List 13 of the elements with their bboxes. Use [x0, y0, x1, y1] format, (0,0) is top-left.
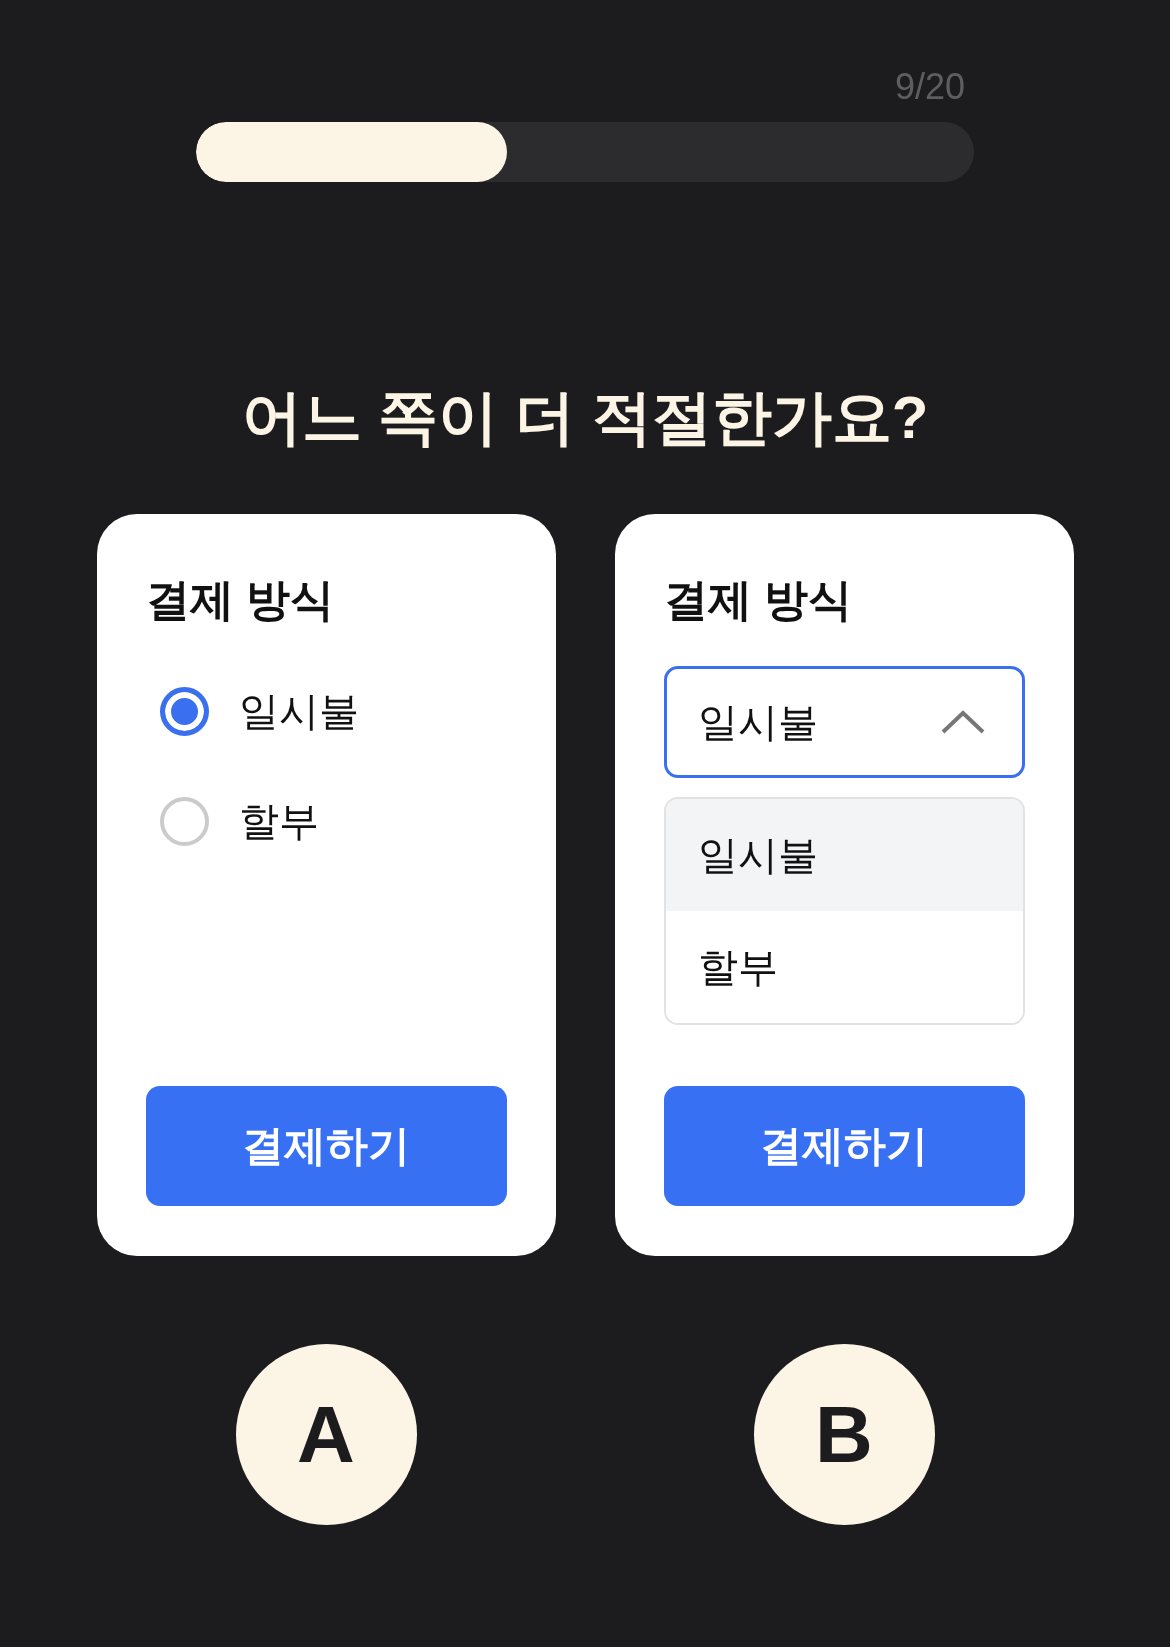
select-field[interactable]: 일시불	[663, 666, 1025, 778]
card-title: 결제 방식	[663, 574, 853, 626]
pay-button[interactable]: 결제하기	[663, 1086, 1025, 1206]
chevron-up-icon	[940, 710, 985, 734]
radio-label: 일시불	[238, 688, 359, 735]
dropdown-option[interactable]: 일시불	[665, 799, 1023, 911]
question-text: 어느 쪽이 더 적절한가요?	[241, 383, 929, 453]
answer-button[interactable]: B	[753, 1344, 935, 1525]
radio-label: 할부	[238, 798, 319, 845]
progress-counter: 9/20	[894, 68, 965, 106]
card-title: 결제 방식	[145, 574, 335, 626]
pay-button[interactable]: 결제하기	[145, 1086, 507, 1206]
answer-button[interactable]: A	[235, 1344, 417, 1525]
